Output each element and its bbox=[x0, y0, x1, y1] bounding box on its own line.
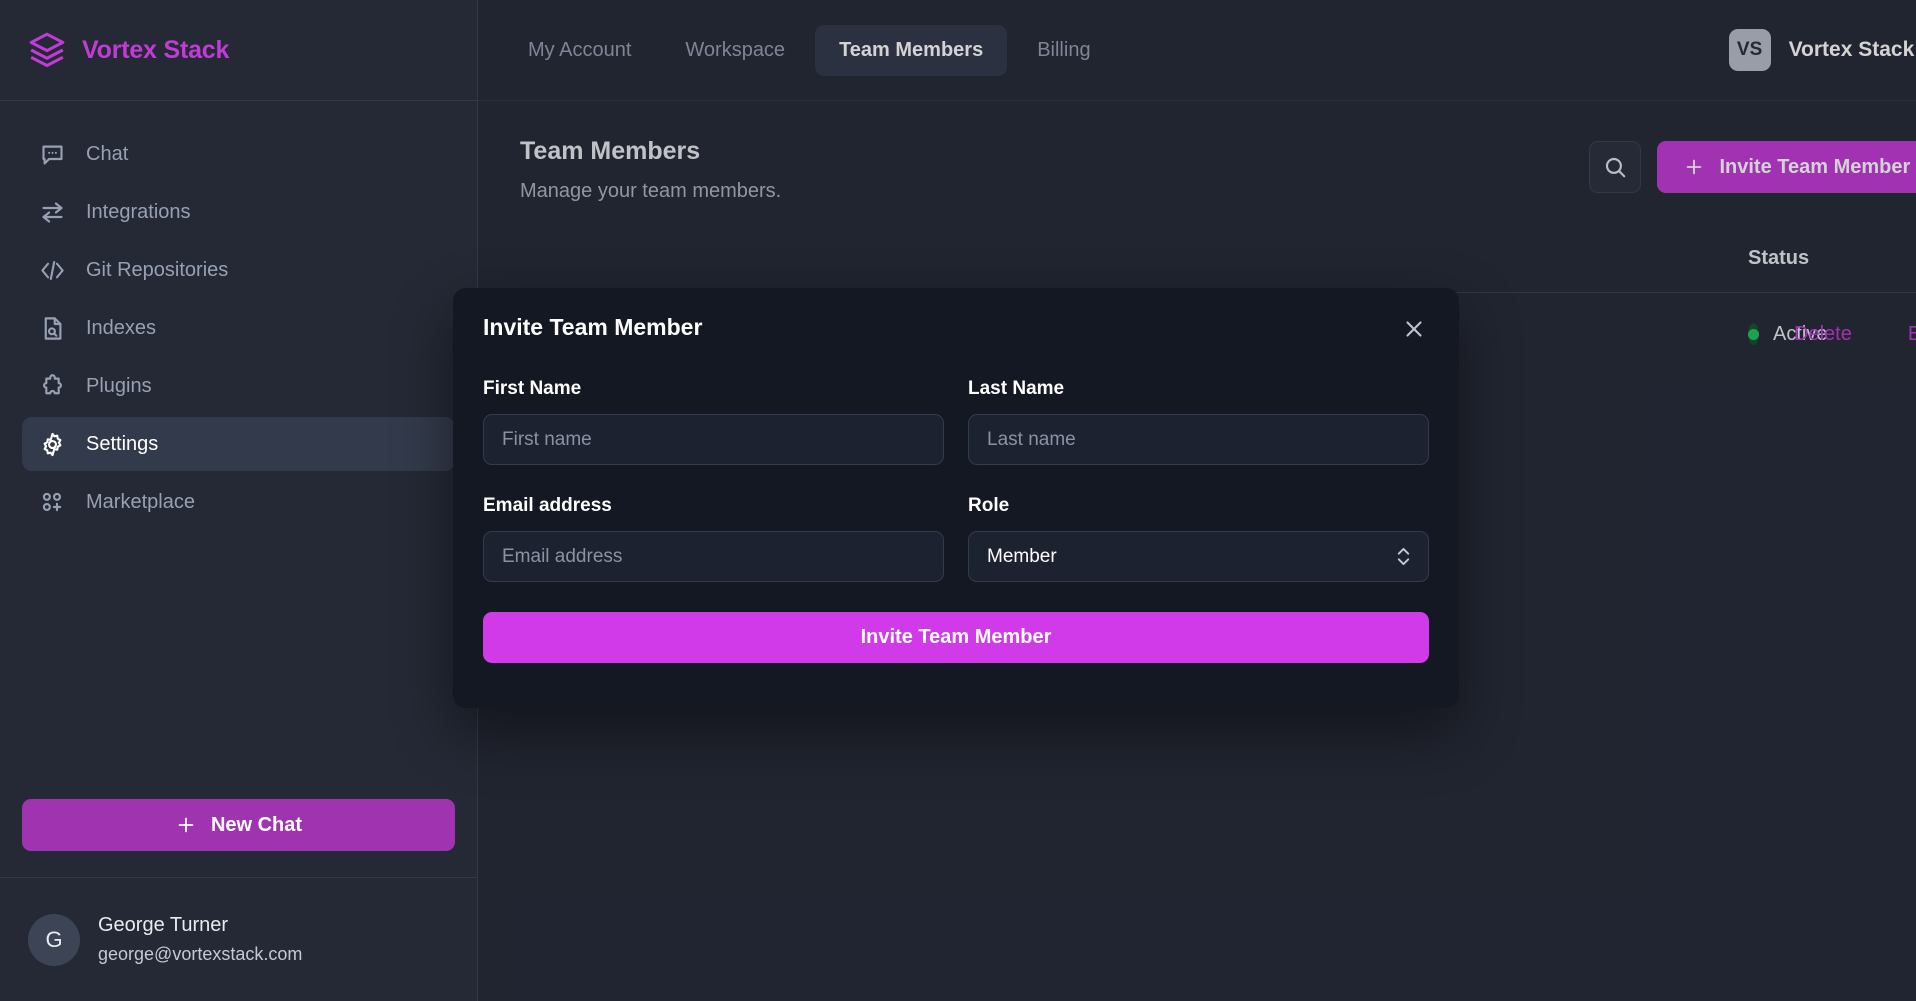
brand[interactable]: Vortex Stack bbox=[0, 0, 477, 101]
sidebar-item-chat[interactable]: Chat bbox=[22, 127, 455, 181]
sidebar-nav: Chat Integrations Git Repositories Index… bbox=[0, 101, 477, 529]
code-brackets-icon bbox=[38, 256, 66, 284]
gear-icon bbox=[38, 430, 66, 458]
invite-team-member-modal: Invite Team Member First Name Last Name … bbox=[453, 288, 1459, 708]
last-name-field-group: Last Name bbox=[968, 378, 1429, 465]
document-search-icon bbox=[38, 314, 66, 342]
plus-icon bbox=[178, 817, 194, 833]
chevron-up-down-icon bbox=[1397, 547, 1410, 566]
profile-email: george@vortexstack.com bbox=[98, 944, 303, 965]
chat-bubble-icon bbox=[38, 140, 66, 168]
first-name-label: First Name bbox=[483, 378, 582, 399]
user-profile[interactable]: G George Turner george@vortexstack.com bbox=[0, 877, 477, 1001]
swap-arrows-icon bbox=[38, 198, 66, 226]
email-label: Email address bbox=[483, 495, 612, 516]
first-name-field-group: First Name bbox=[483, 378, 944, 465]
sidebar-item-integrations[interactable]: Integrations bbox=[22, 185, 455, 239]
email-field-group: Email address bbox=[483, 465, 944, 582]
sidebar-item-label: Indexes bbox=[86, 316, 157, 339]
sidebar-item-label: Integrations bbox=[86, 200, 191, 223]
sidebar-item-settings[interactable]: Settings bbox=[22, 417, 455, 471]
email-input[interactable] bbox=[483, 531, 944, 582]
role-selected-value: Member bbox=[987, 545, 1057, 567]
grid-plus-icon bbox=[38, 488, 66, 516]
sidebar-item-label: Plugins bbox=[86, 374, 152, 397]
sidebar-item-indexes[interactable]: Indexes bbox=[22, 301, 455, 355]
sidebar-item-plugins[interactable]: Plugins bbox=[22, 359, 455, 413]
modal-header: Invite Team Member bbox=[483, 314, 1429, 344]
sidebar-item-label: Marketplace bbox=[86, 490, 195, 513]
invite-form: First Name Last Name Email address Role … bbox=[483, 378, 1429, 582]
close-icon bbox=[1406, 321, 1422, 337]
role-label: Role bbox=[968, 495, 1010, 516]
sidebar-item-marketplace[interactable]: Marketplace bbox=[22, 475, 455, 529]
new-chat-button[interactable]: New Chat bbox=[22, 799, 455, 851]
sidebar-item-git-repositories[interactable]: Git Repositories bbox=[22, 243, 455, 297]
sidebar-item-label: Git Repositories bbox=[86, 258, 229, 281]
close-button[interactable] bbox=[1399, 314, 1429, 344]
modal-submit-button[interactable]: Invite Team Member bbox=[483, 612, 1429, 663]
sidebar: Vortex Stack Chat Integrations Git Repos bbox=[0, 0, 478, 1001]
last-name-input[interactable] bbox=[968, 414, 1429, 465]
sidebar-item-label: Chat bbox=[86, 142, 129, 165]
brand-name: Vortex Stack bbox=[82, 35, 230, 64]
modal-title: Invite Team Member bbox=[483, 314, 703, 340]
role-select[interactable]: Member bbox=[968, 531, 1429, 582]
puzzle-piece-icon bbox=[38, 372, 66, 400]
app-root: Vortex Stack Chat Integrations Git Repos bbox=[0, 0, 1916, 1001]
sidebar-item-label: Settings bbox=[86, 432, 159, 455]
first-name-input[interactable] bbox=[483, 414, 944, 465]
role-field-group: Role Member bbox=[968, 465, 1429, 582]
avatar: G bbox=[28, 913, 80, 966]
profile-text: George Turner george@vortexstack.com bbox=[98, 910, 302, 969]
profile-name: George Turner bbox=[98, 914, 229, 937]
layers-stack-icon bbox=[29, 32, 65, 68]
role-select-wrap: Member bbox=[968, 531, 1429, 582]
new-chat-label: New Chat bbox=[210, 813, 303, 836]
last-name-label: Last Name bbox=[968, 378, 1065, 399]
